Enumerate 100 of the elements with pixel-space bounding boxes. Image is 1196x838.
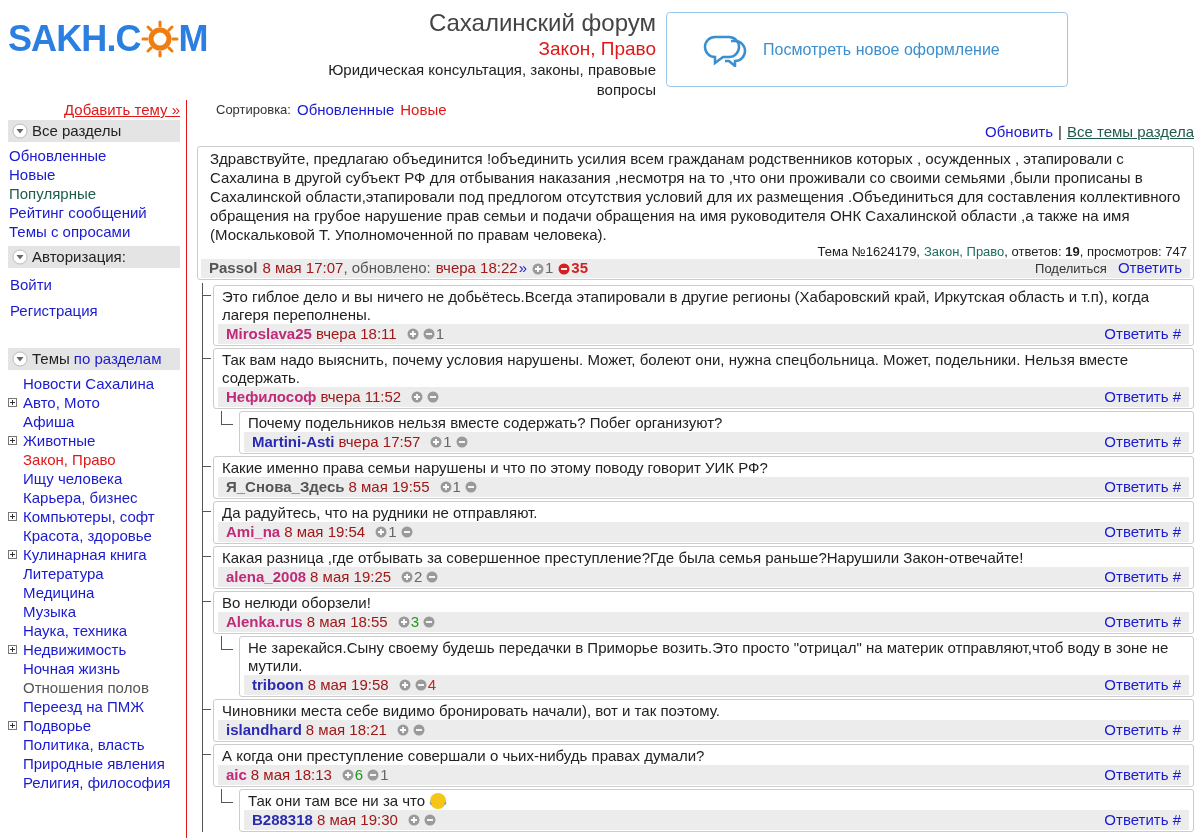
author-link[interactable]: Ami_na <box>226 520 281 544</box>
author-link[interactable]: Alenka.rus <box>226 610 303 634</box>
reply-link[interactable]: Ответить # <box>1104 565 1181 589</box>
minus-vote-icon[interactable] <box>422 328 435 340</box>
plus-vote-icon[interactable] <box>407 814 420 826</box>
category-link[interactable]: Ночная жизнь <box>23 659 120 678</box>
expand-icon[interactable] <box>8 398 17 407</box>
category-link[interactable]: Литература <box>23 564 104 583</box>
reply-link[interactable]: Ответить # <box>1104 610 1181 634</box>
author-link[interactable]: aic <box>226 763 247 787</box>
expand-icon[interactable] <box>8 550 17 559</box>
expand-icon[interactable] <box>8 645 17 654</box>
minus-vote-icon[interactable] <box>367 769 380 781</box>
reply-link[interactable]: Ответить # <box>1104 430 1181 454</box>
plus-vote-icon[interactable] <box>532 262 544 275</box>
auth-link[interactable]: Регистрация <box>10 298 180 324</box>
expand-icon[interactable] <box>8 721 17 730</box>
reply-link[interactable]: Ответить # <box>1104 808 1181 832</box>
minus-vote-icon[interactable] <box>423 814 436 826</box>
category-link[interactable]: Переезд на ПМЖ <box>23 697 145 716</box>
plus-vote-icon[interactable] <box>398 679 411 691</box>
author-link[interactable]: Нефилософ <box>226 385 317 409</box>
category-link[interactable]: Компьютеры, софт <box>23 507 155 526</box>
comment-time: 8 мая 18:13 <box>250 764 332 785</box>
category-link[interactable]: Авто, Мото <box>23 393 100 412</box>
all-topics-link[interactable]: Все темы раздела <box>1066 120 1194 144</box>
author-link[interactable]: triboon <box>252 673 304 697</box>
plus-vote-icon[interactable] <box>397 616 410 628</box>
author-link[interactable]: Passol <box>209 257 258 280</box>
category-link[interactable]: Музыка <box>23 602 77 621</box>
collapse-icon[interactable] <box>12 249 28 265</box>
plus-vote-icon[interactable] <box>396 724 409 736</box>
author-link[interactable]: Я_Снова_Здесь <box>226 475 345 499</box>
author-link[interactable]: Martini-Asti <box>252 430 335 454</box>
sidebar-link[interactable]: Темы с опросами <box>9 222 180 241</box>
category-link[interactable]: Красота, здоровье <box>23 526 152 545</box>
plus-vote-icon[interactable] <box>406 328 419 340</box>
author-link[interactable]: islandhard <box>226 718 302 742</box>
reply-link[interactable]: Ответить # <box>1104 763 1181 787</box>
sidebar-link[interactable]: Популярные <box>9 184 180 203</box>
auth-link[interactable]: Войти <box>10 272 180 298</box>
minus-vote-icon[interactable] <box>423 616 436 628</box>
comment-time: 8 мая 18:55 <box>306 611 388 632</box>
minus-vote-icon[interactable] <box>455 436 468 448</box>
category-link[interactable]: Недвижимость <box>23 640 127 659</box>
category-link[interactable]: Закон, Право <box>23 450 116 469</box>
minus-vote-icon[interactable] <box>427 391 440 403</box>
author-link[interactable]: B288318 <box>252 808 313 832</box>
collapse-icon[interactable] <box>12 351 28 367</box>
sort-option[interactable]: Новые <box>400 98 447 122</box>
plus-vote-icon[interactable] <box>375 526 388 538</box>
category-link[interactable]: Карьера, бизнес <box>23 488 138 507</box>
reply-link[interactable]: Ответить # <box>1104 520 1181 544</box>
reply-link[interactable]: Ответить # <box>1104 673 1181 697</box>
minus-vote-icon[interactable] <box>464 481 477 493</box>
reply-link[interactable]: Ответить # <box>1104 322 1181 346</box>
category-link[interactable]: Природные явления <box>23 754 165 773</box>
author-link[interactable]: alena_2008 <box>226 565 307 589</box>
category-link[interactable]: Афиша <box>23 412 75 431</box>
sidebar-link[interactable]: Новые <box>9 165 180 184</box>
section-header[interactable]: Темы по разделам <box>8 348 180 370</box>
expand-icon[interactable] <box>8 512 17 521</box>
category-link[interactable]: Наука, техника <box>23 621 128 640</box>
sidebar-link[interactable]: Рейтинг сообщений <box>9 203 180 222</box>
plus-vote-icon[interactable] <box>341 769 354 781</box>
add-topic-link[interactable]: Добавить тему » <box>64 100 180 120</box>
reply-link[interactable]: Ответить # <box>1104 718 1181 742</box>
new-design-banner[interactable]: Посмотреть новое оформление <box>666 12 1068 87</box>
category-link[interactable]: Отношения полов <box>23 678 149 697</box>
author-link[interactable]: Miroslava25 <box>226 322 312 346</box>
collapse-icon[interactable] <box>12 123 28 139</box>
expand-icon[interactable] <box>8 436 17 445</box>
reply-link[interactable]: Ответить # <box>1104 475 1181 499</box>
category-link[interactable]: Политика, власть <box>23 735 145 754</box>
minus-vote-icon[interactable] <box>426 571 439 583</box>
section-header[interactable]: Все разделы <box>8 120 180 142</box>
sidebar-link[interactable]: Обновленные <box>9 146 180 165</box>
minus-vote-icon[interactable] <box>414 679 427 691</box>
share-link[interactable]: Поделиться <box>1035 258 1107 279</box>
minus-vote-icon[interactable] <box>400 526 413 538</box>
plus-vote-icon[interactable] <box>430 436 443 448</box>
minus-vote-icon[interactable] <box>558 262 571 275</box>
category-link[interactable]: Животные <box>23 431 96 450</box>
plus-vote-icon[interactable] <box>401 571 414 583</box>
category-link[interactable]: Медицина <box>23 583 95 602</box>
sort-option[interactable]: Обновленные <box>296 98 395 122</box>
category-link[interactable]: Религия, философия <box>23 773 171 792</box>
category-link[interactable]: Подворье <box>23 716 92 735</box>
minus-vote-icon[interactable] <box>412 724 425 736</box>
category-link[interactable]: Ищу человека <box>23 469 123 488</box>
plus-vote-icon[interactable] <box>439 481 452 493</box>
section-header[interactable]: Авторизация: <box>8 246 180 268</box>
category-link[interactable]: Новости Сахалина <box>23 374 154 393</box>
last-post-link[interactable]: » <box>518 257 527 280</box>
plus-vote-icon[interactable] <box>411 391 424 403</box>
logo[interactable]: SAKH.C M <box>8 12 258 66</box>
by-sections-link[interactable]: по разделам <box>73 347 162 371</box>
reply-link[interactable]: Ответить # <box>1104 385 1181 409</box>
refresh-link[interactable]: Обновить <box>985 120 1053 144</box>
category-link[interactable]: Кулинарная книга <box>23 545 147 564</box>
